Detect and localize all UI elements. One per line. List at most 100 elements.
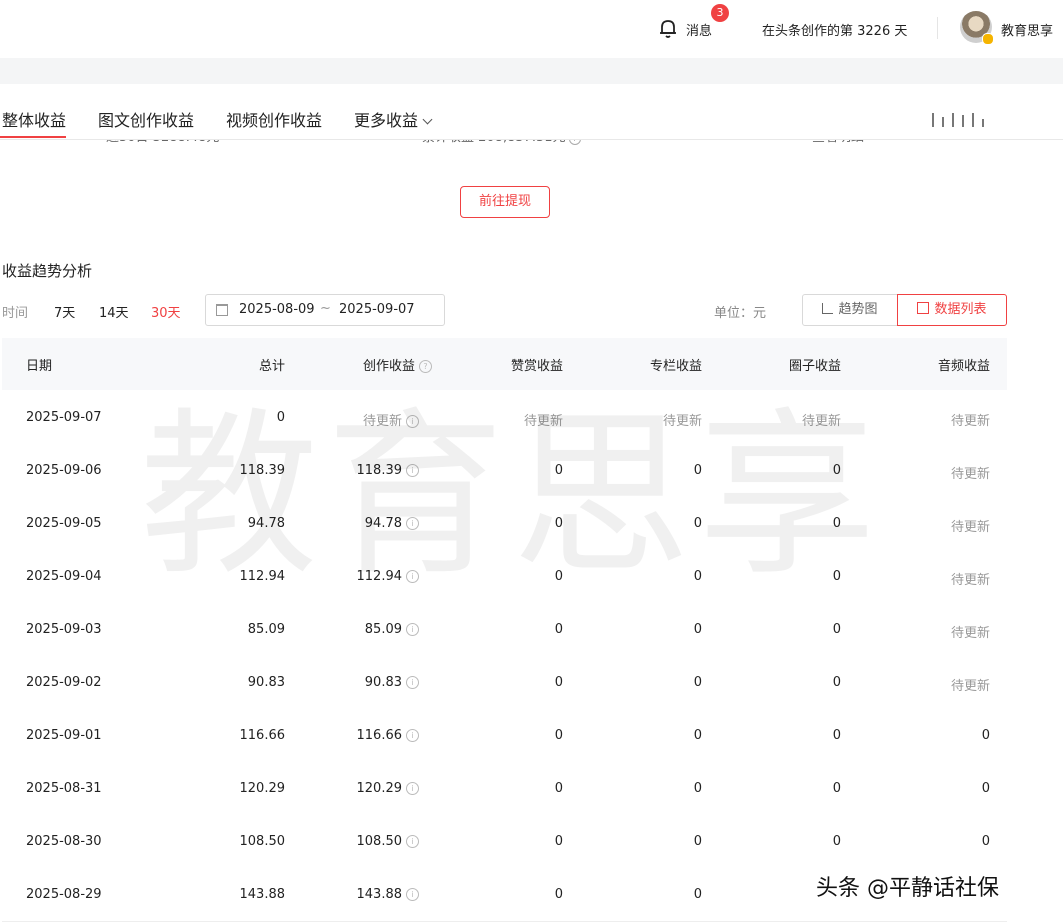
info-icon[interactable]: i: [406, 676, 419, 689]
info-icon[interactable]: i: [406, 623, 419, 636]
cell-value: 0: [554, 728, 563, 743]
cell-value: 0: [554, 516, 563, 531]
info-icon[interactable]: i: [406, 782, 419, 795]
table-cell: 0: [555, 887, 563, 902]
table-cell: 94.78: [248, 516, 285, 531]
cell-value: 0: [693, 622, 702, 637]
cell-value: 2025-09-02: [26, 675, 102, 690]
table-row: 2025-08-30 108.50 108.50 i 0 0 0 0: [2, 815, 1007, 869]
table-row: 2025-08-31 120.29 120.29 i 0 0 0 0: [2, 762, 1007, 816]
table-cell: 待更新: [951, 675, 990, 694]
cell-value: 0: [693, 834, 702, 849]
col-tip: 赞赏收益: [510, 359, 563, 374]
date-start: 2025-08-09: [239, 302, 315, 317]
cell-value: 0: [832, 675, 841, 690]
cell-value: 90.83: [364, 675, 402, 690]
cell-value: 待更新: [523, 414, 563, 429]
table-cell: 0: [694, 516, 702, 531]
cell-value: 2025-09-07: [26, 410, 102, 425]
cell-value: 143.88: [239, 887, 286, 902]
cell-value: 0: [554, 622, 563, 637]
info-icon[interactable]: i: [406, 415, 419, 428]
tab-more-income[interactable]: 更多收益: [354, 107, 433, 131]
help-icon[interactable]: ?: [419, 360, 432, 373]
tab-overall-income[interactable]: 整体收益: [2, 107, 66, 131]
table-cell: 85.09 i: [365, 622, 419, 637]
author-signature: 头条 @平静话社保: [816, 876, 999, 901]
table-cell: 0: [694, 569, 702, 584]
table-cell: 2025-09-02: [26, 675, 102, 690]
table-cell: 112.94: [240, 569, 286, 584]
cell-value: 0: [832, 463, 841, 478]
cell-value: 0: [693, 463, 702, 478]
info-icon[interactable]: i: [406, 835, 419, 848]
cell-value: 0: [832, 781, 841, 796]
cell-value: 108.50: [239, 834, 286, 849]
cell-value: 2025-09-06: [26, 463, 102, 478]
table-row: 2025-09-04 112.94 112.94 i 0 0 0 待更新: [2, 550, 1007, 604]
withdraw-button[interactable]: 前往提现: [460, 186, 550, 218]
table-cell: 2025-09-04: [26, 569, 102, 584]
username[interactable]: 教育思享: [1001, 20, 1053, 39]
table-cell: 2025-09-07: [26, 410, 102, 425]
messages-link[interactable]: 消息: [686, 20, 712, 39]
table-cell: 待更新: [951, 410, 990, 429]
cell-value: 108.50: [356, 834, 403, 849]
info-icon[interactable]: i: [406, 570, 419, 583]
message-badge: 3: [711, 4, 729, 22]
cell-value: 116.66: [356, 728, 403, 743]
time-label: 时间: [2, 306, 29, 321]
table-cell: 0: [555, 728, 563, 743]
header-divider: [937, 17, 938, 39]
table-cell: 0: [555, 834, 563, 849]
table-cell: 0: [555, 463, 563, 478]
creation-days-text: 在头条创作的第 3226 天: [762, 24, 908, 39]
col-audio: 音频收益: [937, 359, 990, 374]
cell-value: 94.78: [247, 516, 285, 531]
col-column: 专栏收益: [649, 359, 702, 374]
info-icon[interactable]: i: [406, 517, 419, 530]
table-cell: 118.39: [240, 463, 286, 478]
tab-article-income[interactable]: 图文创作收益: [98, 107, 194, 131]
table-cell: 0: [833, 516, 841, 531]
trend-chart-button[interactable]: 趋势图: [802, 294, 898, 326]
cell-value: 0: [693, 887, 702, 902]
table-cell: 2025-09-01: [26, 728, 102, 743]
cell-value: 112.94: [239, 569, 286, 584]
cell-value: 2025-08-31: [26, 781, 102, 796]
cell-value: 85.09: [247, 622, 285, 637]
calendar-icon: [216, 304, 228, 316]
info-icon[interactable]: i: [406, 464, 419, 477]
date-range-picker[interactable]: 2025-08-09 ~ 2025-09-07: [205, 294, 445, 326]
info-icon[interactable]: i: [406, 888, 419, 901]
data-list-button[interactable]: 数据列表: [897, 294, 1007, 326]
tab-video-income[interactable]: 视频创作收益: [226, 107, 322, 131]
info-icon[interactable]: i: [406, 729, 419, 742]
cell-value: 0: [832, 728, 841, 743]
table-row: 2025-09-01 116.66 116.66 i 0 0 0 0: [2, 709, 1007, 763]
table-row: 2025-09-07 0 待更新 i 待更新 待更新 待更新 待更新: [2, 391, 1007, 445]
table-cell: 2025-09-06: [26, 463, 102, 478]
cell-value: 112.94: [356, 569, 403, 584]
table-cell: 0: [555, 622, 563, 637]
cell-value: 120.29: [356, 781, 403, 796]
table-cell: 待更新: [524, 410, 563, 429]
range-7d[interactable]: 7天: [54, 302, 75, 321]
income-tabs: 整体收益 图文创作收益 视频创作收益 更多收益: [0, 84, 1063, 140]
cell-value: 0: [693, 569, 702, 584]
range-14d[interactable]: 14天: [99, 302, 129, 321]
table-cell: 120.29 i: [356, 781, 419, 796]
table-cell: 94.78 i: [365, 516, 419, 531]
table-cell: 120.29: [240, 781, 286, 796]
cell-value: 85.09: [364, 622, 402, 637]
table-cell: 0: [555, 781, 563, 796]
cell-value: 118.39: [239, 463, 286, 478]
table-cell: 118.39 i: [357, 463, 419, 478]
table-cell: 0: [694, 463, 702, 478]
range-30d[interactable]: 30天: [151, 302, 181, 321]
table-cell: 0: [982, 834, 990, 849]
cell-value: 0: [554, 834, 563, 849]
table-cell: 0: [555, 516, 563, 531]
cell-value: 2025-09-05: [26, 516, 102, 531]
bell-icon[interactable]: [656, 16, 680, 40]
